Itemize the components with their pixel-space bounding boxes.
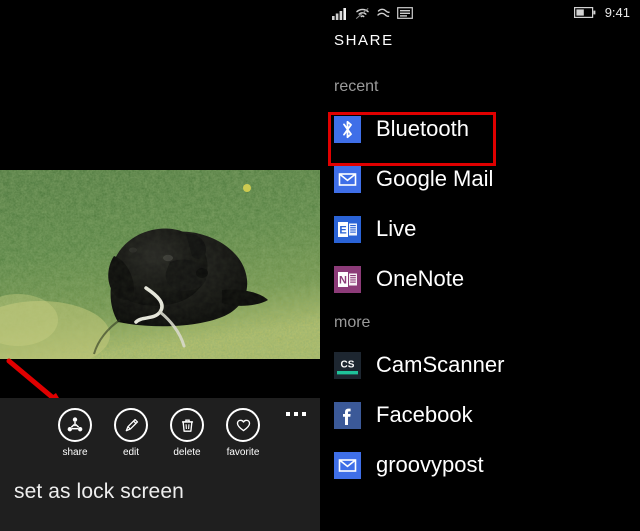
share-target-label: Live xyxy=(376,216,417,241)
share-target-label: Bluetooth xyxy=(376,116,469,141)
favorite-button[interactable]: favorite xyxy=(210,408,276,459)
trash-icon xyxy=(170,408,204,442)
status-bar: 9:41 xyxy=(320,0,640,26)
sim-card-icon xyxy=(397,7,413,19)
share-target-onenote[interactable]: N OneNote xyxy=(320,254,640,304)
ellipsis-dot xyxy=(302,412,306,416)
onenote-n-icon: N xyxy=(334,265,361,293)
section-header-recent: recent xyxy=(334,78,379,95)
ellipsis-dot xyxy=(294,412,298,416)
heart-icon xyxy=(226,408,260,442)
share-target-label: groovypost xyxy=(376,452,484,477)
share-target-label: Google Mail xyxy=(376,166,494,191)
ellipsis-dot xyxy=(286,412,290,416)
mail-envelope-icon xyxy=(334,165,361,193)
signal-bars-icon xyxy=(332,7,346,20)
photo-image[interactable] xyxy=(0,170,320,359)
status-bar-clock: 9:41 xyxy=(604,4,630,20)
share-target-groovypost[interactable]: groovypost xyxy=(320,440,640,490)
share-target-bluetooth[interactable]: Bluetooth xyxy=(320,104,640,154)
share-target-list: recent Bluetooth Google Mail E Live N On… xyxy=(320,76,640,490)
battery-half-icon xyxy=(573,6,596,18)
roaming-icon xyxy=(377,8,390,17)
mail-envelope-icon xyxy=(334,451,361,479)
section-header-more: more xyxy=(334,314,371,331)
favorite-button-label: favorite xyxy=(226,447,260,458)
svg-text:CS: CS xyxy=(341,359,355,370)
share-target-google-mail[interactable]: Google Mail xyxy=(320,154,640,204)
share-target-live[interactable]: E Live xyxy=(320,204,640,254)
menu-item-set-as-lock-screen[interactable]: set as lock screen xyxy=(14,479,184,505)
bluetooth-icon xyxy=(334,115,361,143)
pencil-icon xyxy=(114,408,148,442)
share-target-label: OneNote xyxy=(376,266,465,291)
svg-text:E: E xyxy=(339,224,346,236)
camscanner-cs-icon: CS xyxy=(334,351,361,379)
svg-text:N: N xyxy=(339,274,347,286)
page-title: SHARE xyxy=(334,32,394,49)
share-picker-pane: 9:41 SHARE recent Bluetooth Google Mail … xyxy=(320,0,640,531)
share-icon xyxy=(58,408,92,442)
app-bar: share edit delete favorite xyxy=(0,398,320,531)
exchange-e-icon: E xyxy=(334,215,361,243)
share-target-camscanner[interactable]: CS CamScanner xyxy=(320,340,640,390)
share-target-facebook[interactable]: Facebook xyxy=(320,390,640,440)
more-options-button[interactable] xyxy=(286,407,306,421)
status-bar-icons xyxy=(332,4,413,22)
app-bar-commands: share edit delete favorite xyxy=(0,408,320,474)
wifi-icon xyxy=(355,7,369,19)
photo-viewer-pane: share edit delete favorite set as lock s… xyxy=(0,0,320,531)
share-target-label: Facebook xyxy=(376,402,473,427)
facebook-f-icon xyxy=(334,401,361,429)
screenshot-root: share edit delete favorite set as lock s… xyxy=(0,0,640,531)
share-target-label: CamScanner xyxy=(376,352,505,377)
status-bar-right: 9:41 xyxy=(573,3,630,21)
